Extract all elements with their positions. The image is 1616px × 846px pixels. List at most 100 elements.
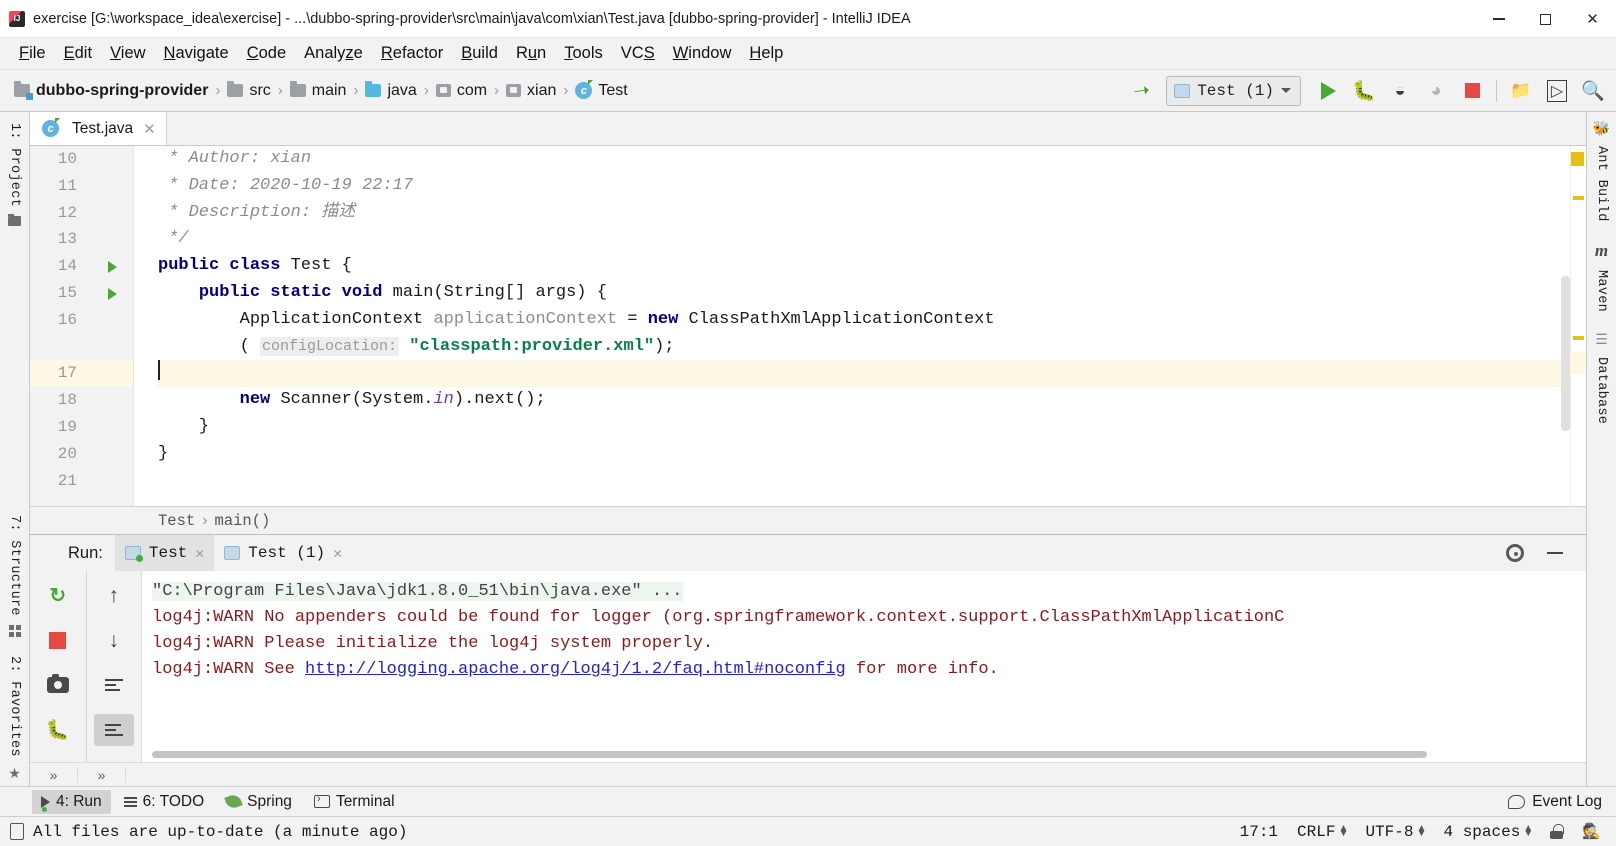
menu-refactor[interactable]: Refactor: [372, 42, 452, 65]
gutter-line: 11: [30, 173, 133, 200]
run-tool-overflow-left[interactable]: »: [30, 766, 78, 783]
bottom-item-todo[interactable]: 6: TODO: [115, 790, 213, 814]
breadcrumb-item-main[interactable]: main: [286, 80, 351, 102]
bottom-item-label: 6: TODO: [142, 792, 205, 810]
arrow-up-icon: ↑: [108, 583, 120, 607]
menu-edit[interactable]: Edit: [55, 42, 101, 65]
event-log-label[interactable]: Event Log: [1532, 793, 1602, 811]
debug-button[interactable]: 🐛: [1347, 75, 1381, 107]
menu-view[interactable]: View: [101, 42, 154, 65]
intellij-window: exercise [G:\workspace_idea\exercise] - …: [0, 0, 1616, 846]
breadcrumb-label: com: [456, 81, 488, 99]
menu-build[interactable]: Build: [452, 42, 507, 65]
editor-marker-bar[interactable]: [1570, 146, 1586, 506]
encoding-selector[interactable]: UTF-8 ▲ ▼: [1360, 821, 1429, 843]
run-gutter-icon[interactable]: [108, 261, 117, 274]
dump-threads-button[interactable]: [38, 669, 78, 701]
breadcrumb-item-java[interactable]: java: [361, 80, 420, 102]
editor-vertical-scrollbar[interactable]: [1561, 276, 1570, 431]
menu-run[interactable]: Run: [507, 42, 555, 65]
run-header-actions: [1498, 537, 1586, 569]
indent-selector[interactable]: 4 spaces ▲ ▼: [1438, 821, 1536, 843]
bottom-item-spring[interactable]: Spring: [217, 790, 301, 814]
run-tab-test-1[interactable]: Test (1) ✕: [214, 535, 352, 571]
run-gutter-icon[interactable]: [108, 287, 117, 300]
caret-position[interactable]: 17:1: [1235, 821, 1283, 843]
sidebar-item-project[interactable]: 1: Project: [7, 118, 22, 227]
menu-window[interactable]: Window: [664, 42, 741, 65]
bottom-item-terminal[interactable]: Terminal: [305, 790, 404, 814]
close-button[interactable]: ✕: [1569, 0, 1616, 38]
run-settings-button[interactable]: [1498, 537, 1532, 569]
menu-navigate[interactable]: Navigate: [155, 42, 238, 65]
console-link[interactable]: http://logging.apache.org/log4j/1.2/faq.…: [305, 660, 846, 679]
package-icon: [506, 84, 522, 97]
menu-file[interactable]: File: [10, 42, 55, 65]
stop-button[interactable]: [1455, 75, 1489, 107]
update-project-button[interactable]: 📁: [1504, 75, 1538, 107]
run-coverage-icon: ◒: [1394, 80, 1406, 100]
line-separator-selector[interactable]: CRLF ▲ ▼: [1292, 821, 1351, 843]
code-area[interactable]: * Author: xian * Date: 2020-10-19 22:17 …: [134, 146, 1570, 506]
read-only-toggle[interactable]: [1545, 822, 1568, 841]
bottom-item-label: Terminal: [335, 792, 395, 810]
left-tool-strip: 1: Project 7: Structure 2: Favorites ★: [0, 112, 30, 786]
search-everywhere-button[interactable]: 🔍: [1576, 75, 1610, 107]
run-configuration-selector[interactable]: Test (1): [1166, 75, 1301, 106]
breadcrumb-item-xian[interactable]: xian: [502, 80, 560, 102]
breadcrumb-item-class[interactable]: c Test: [571, 80, 631, 102]
menu-tools[interactable]: Tools: [555, 42, 612, 65]
sidebar-item-label: Maven: [1594, 269, 1609, 312]
up-stacktrace-button[interactable]: ↑: [94, 579, 134, 611]
menu-code[interactable]: Code: [238, 42, 295, 65]
sidebar-item-label: 7: Structure: [7, 515, 22, 617]
code-breadcrumb-class[interactable]: Test: [158, 512, 195, 530]
module-folder-icon: [14, 81, 33, 100]
soft-wrap-button[interactable]: [94, 669, 134, 701]
rerun-button[interactable]: ↻: [38, 579, 78, 611]
hide-run-window-button[interactable]: [1538, 537, 1572, 569]
run-tab-test[interactable]: Test ✕: [114, 535, 215, 571]
bottom-item-label: Spring: [247, 792, 292, 810]
close-icon[interactable]: ✕: [333, 544, 342, 563]
menu-analyze[interactable]: Analyze: [295, 42, 372, 65]
sidebar-item-favorites[interactable]: 2: Favorites ★: [7, 651, 22, 780]
menu-help[interactable]: Help: [740, 42, 792, 65]
breadcrumb-separator: ›: [423, 82, 429, 99]
document-icon: [10, 823, 24, 840]
title-bar: exercise [G:\workspace_idea\exercise] - …: [0, 0, 1616, 38]
breadcrumb-item-com[interactable]: com: [432, 80, 491, 102]
console-horizontal-scrollbar[interactable]: [152, 751, 1427, 758]
profile-button[interactable]: ◕: [1419, 75, 1453, 107]
attach-debugger-button[interactable]: 🐛: [38, 714, 78, 746]
window-controls: ✕: [1475, 0, 1616, 38]
breadcrumb-item-module[interactable]: dubbo-spring-provider: [10, 80, 212, 102]
minimize-button[interactable]: [1475, 0, 1522, 38]
editor-tab-test-java[interactable]: c Test.java ✕: [30, 112, 167, 145]
open-preview-button[interactable]: ▷: [1540, 75, 1574, 107]
build-button[interactable]: ➝: [1124, 75, 1158, 107]
run-coverage-button[interactable]: ◒: [1383, 75, 1417, 107]
close-icon: ✕: [1586, 11, 1599, 28]
run-button[interactable]: [1311, 75, 1345, 107]
spring-leaf-icon: [224, 792, 243, 811]
close-icon[interactable]: ✕: [143, 120, 156, 138]
sidebar-item-structure[interactable]: 7: Structure: [7, 510, 22, 638]
stop-process-button[interactable]: [38, 624, 78, 656]
maximize-button[interactable]: [1522, 0, 1569, 38]
inspection-level-widget[interactable]: 🕵: [1577, 820, 1606, 843]
breadcrumb-item-src[interactable]: src: [223, 80, 274, 102]
bottom-item-run[interactable]: 4: Run: [32, 789, 111, 814]
close-icon[interactable]: ✕: [195, 544, 204, 563]
down-stacktrace-button[interactable]: ↓: [94, 624, 134, 656]
sidebar-item-maven[interactable]: m Maven: [1594, 241, 1609, 317]
code-breadcrumb-method[interactable]: main(): [215, 512, 271, 530]
sidebar-item-database[interactable]: ☰ Database: [1594, 331, 1609, 429]
console-output[interactable]: "C:\Program Files\Java\jdk1.8.0_51\bin\j…: [142, 571, 1586, 762]
code-line-current: [158, 360, 1570, 388]
menu-vcs[interactable]: VCS: [612, 42, 664, 65]
scroll-to-end-button[interactable]: [93, 714, 134, 746]
run-tool-overflow-right[interactable]: »: [78, 766, 126, 783]
sidebar-item-ant-build[interactable]: 🐝 Ant Build: [1593, 120, 1610, 227]
